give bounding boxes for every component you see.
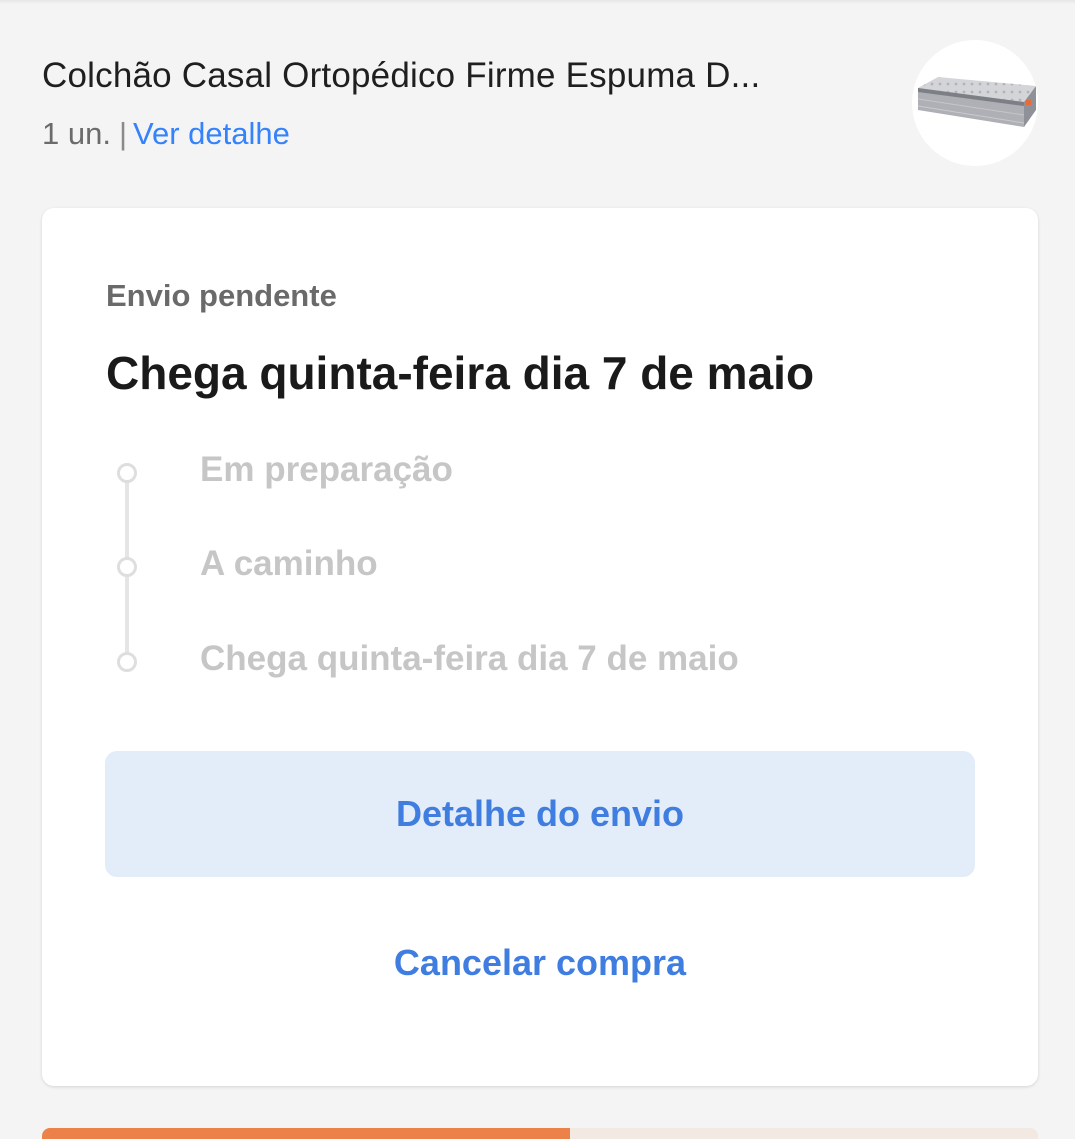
product-thumbnail[interactable] (912, 40, 1038, 166)
product-summary: Colchão Casal Ortopédico Firme Espuma D.… (42, 40, 1038, 166)
bottom-progress-fill (42, 1128, 570, 1139)
timeline-dot-icon (117, 463, 137, 483)
timeline-step-preparation: Em preparação (106, 448, 986, 498)
timeline-step-label: A caminho (200, 544, 378, 583)
bottom-progress-bar (42, 1128, 1038, 1139)
meta-separator: | (118, 116, 128, 151)
product-quantity: 1 un. (42, 116, 111, 151)
cancel-purchase-button[interactable]: Cancelar compra (105, 908, 975, 1018)
shipment-status-label: Envio pendente (106, 278, 337, 313)
shipment-detail-button[interactable]: Detalhe do envio (105, 751, 975, 877)
product-title: Colchão Casal Ortopédico Firme Espuma D.… (42, 56, 761, 95)
timeline-step-label: Chega quinta-feira dia 7 de maio (200, 639, 739, 678)
timeline-dot-icon (117, 557, 137, 577)
timeline-step-in-transit: A caminho (106, 542, 986, 592)
ver-detalhe-link[interactable]: Ver detalhe (133, 116, 290, 151)
timeline-dot-icon (117, 652, 137, 672)
top-divider (0, 0, 1075, 4)
shipment-timeline: Em preparação A caminho Chega quinta-fei… (106, 448, 986, 678)
timeline-step-label: Em preparação (200, 450, 453, 489)
delivery-headline: Chega quinta-feira dia 7 de maio (106, 347, 815, 399)
timeline-step-delivery: Chega quinta-feira dia 7 de maio (106, 637, 986, 687)
mattress-image (917, 77, 1036, 127)
product-meta: 1 un. | Ver detalhe (42, 116, 290, 152)
shipment-card: Envio pendente Chega quinta-feira dia 7 … (42, 208, 1038, 1086)
